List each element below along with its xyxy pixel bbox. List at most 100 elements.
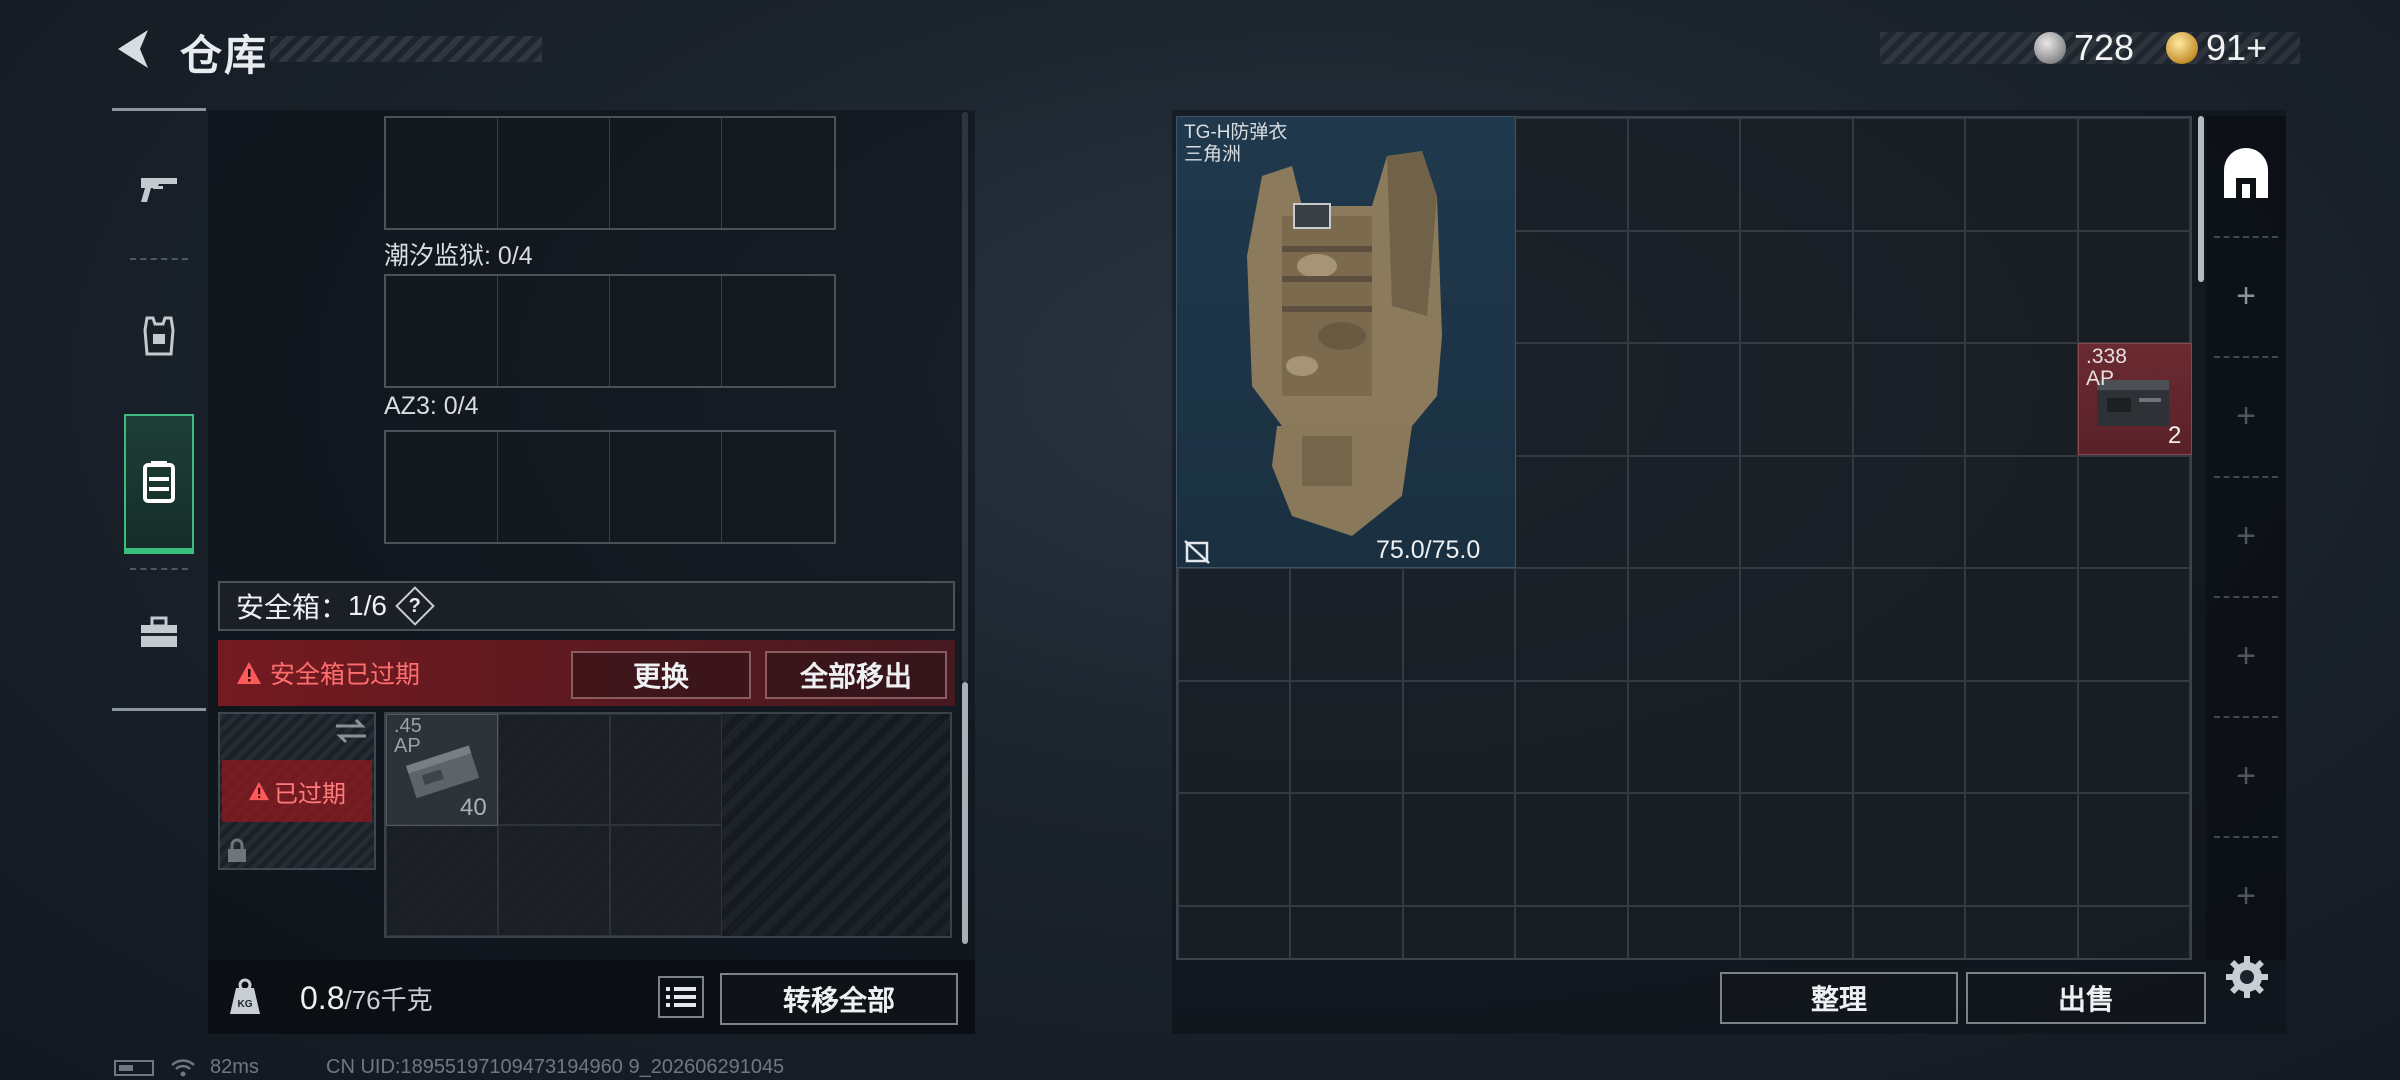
inventory-cell[interactable]	[1515, 343, 1628, 456]
inventory-cell[interactable]	[1740, 343, 1853, 456]
nav-separator	[130, 258, 188, 260]
inventory-cell[interactable]	[1965, 680, 2078, 793]
back-button[interactable]	[110, 24, 160, 74]
slot-grid-az3[interactable]	[384, 430, 836, 544]
inventory-cell[interactable]	[1740, 905, 1853, 958]
inventory-cell[interactable]	[1852, 118, 1966, 231]
add-storage-tab-button[interactable]: +	[2230, 519, 2262, 553]
inventory-cell[interactable]	[1515, 793, 1628, 906]
inventory-cell[interactable]	[1852, 568, 1966, 681]
left-scrollbar[interactable]	[962, 682, 968, 944]
inventory-cell[interactable]	[1852, 793, 1966, 906]
inventory-cell[interactable]	[1740, 793, 1853, 906]
nav-tools[interactable]	[124, 584, 194, 680]
add-storage-tab-button[interactable]: +	[2230, 759, 2262, 793]
inventory-cell[interactable]	[1515, 568, 1628, 681]
inventory-cell[interactable]	[1852, 343, 1966, 456]
inventory-cell[interactable]	[1627, 680, 1741, 793]
inventory-cell[interactable]	[1965, 118, 2078, 231]
silver-currency-value: 728	[2074, 27, 2135, 68]
slot-grid-top[interactable]	[384, 116, 836, 230]
inventory-cell[interactable]	[1740, 455, 1853, 568]
back-arrow-icon	[118, 30, 148, 68]
swap-icon[interactable]	[334, 718, 368, 744]
inventory-cell[interactable]	[1515, 455, 1628, 568]
add-storage-tab-button[interactable]: +	[2230, 639, 2262, 673]
add-storage-tab-button[interactable]: +	[2230, 399, 2262, 433]
inventory-cell[interactable]	[1740, 680, 1853, 793]
inventory-cell[interactable]	[2077, 793, 2190, 906]
replace-button[interactable]: 更换	[571, 651, 751, 699]
inventory-cell[interactable]	[1290, 793, 1403, 906]
inventory-cell[interactable]	[1627, 118, 1741, 231]
inventory-cell[interactable]	[2077, 568, 2190, 681]
gold-currency[interactable]: 91+	[2166, 26, 2267, 70]
inventory-cell[interactable]	[1965, 793, 2078, 906]
inventory-cell[interactable]	[1627, 905, 1741, 958]
inventory-cell[interactable]	[1627, 343, 1741, 456]
inventory-scrollbar[interactable]	[2198, 116, 2204, 282]
inventory-cell[interactable]	[2077, 455, 2190, 568]
inventory-cell[interactable]	[1965, 455, 2078, 568]
nav-separator	[130, 568, 188, 570]
nav-weapons[interactable]	[124, 142, 194, 238]
warehouse-home-icon[interactable]	[2218, 148, 2274, 204]
nav-gear[interactable]	[124, 288, 194, 384]
sort-button[interactable]: 整理	[1720, 972, 1958, 1024]
inventory-cell[interactable]	[1740, 568, 1853, 681]
inventory-cell[interactable]	[1178, 793, 1291, 906]
vest-name: TG-H防弹衣 三角洲	[1184, 122, 1287, 166]
inventory-cell[interactable]	[1965, 230, 2078, 343]
inventory-cell[interactable]	[1965, 343, 2078, 456]
settings-gear-icon[interactable]	[2224, 954, 2270, 1000]
inventory-cell[interactable]	[1852, 455, 1966, 568]
inventory-cell[interactable]	[1515, 680, 1628, 793]
add-storage-tab-button[interactable]: +	[2230, 879, 2262, 913]
inventory-cell[interactable]	[2077, 230, 2190, 343]
left-scroll-track[interactable]	[962, 112, 968, 682]
inventory-cell[interactable]	[1402, 905, 1516, 958]
inventory-cell[interactable]	[1852, 680, 1966, 793]
inventory-cell[interactable]	[1627, 793, 1741, 906]
inventory-cell[interactable]	[1965, 568, 2078, 681]
inventory-cell[interactable]	[1627, 230, 1741, 343]
inventory-cell[interactable]	[1178, 905, 1291, 958]
nav-containers[interactable]	[124, 414, 194, 554]
inventory-cell[interactable]	[1178, 680, 1291, 793]
inventory-cell[interactable]	[1290, 905, 1403, 958]
inventory-cell[interactable]	[1402, 680, 1516, 793]
inventory-cell[interactable]	[1515, 118, 1628, 231]
inventory-cell[interactable]	[1627, 568, 1741, 681]
inventory-cell[interactable]	[1852, 905, 1966, 958]
silver-currency[interactable]: 728	[2034, 26, 2134, 70]
inventory-cell[interactable]	[1402, 568, 1516, 681]
slot-group-label: 潮汐监狱: 0/4	[384, 242, 533, 270]
safe-box-label: 安全箱：	[236, 592, 349, 623]
list-view-button[interactable]	[658, 976, 704, 1018]
inventory-cell[interactable]	[1740, 118, 1853, 231]
sell-button[interactable]: 出售	[1966, 972, 2206, 1024]
add-storage-tab-button[interactable]: +	[2230, 279, 2262, 313]
inventory-cell[interactable]	[1740, 230, 1853, 343]
tab-separator	[2214, 476, 2278, 478]
inventory-cell[interactable]	[2077, 905, 2190, 958]
inventory-cell[interactable]	[1852, 230, 1966, 343]
inventory-cell[interactable]	[1402, 793, 1516, 906]
inventory-cell[interactable]	[1965, 905, 2078, 958]
slot-grid-tide-prison[interactable]	[384, 274, 836, 388]
inventory-cell[interactable]	[1178, 568, 1291, 681]
inventory-cell[interactable]	[1515, 905, 1628, 958]
toolbox-icon	[141, 616, 177, 647]
inventory-cell[interactable]	[2077, 118, 2190, 231]
move-all-out-button[interactable]: 全部移出	[765, 651, 947, 699]
body-armor-image	[1247, 151, 1442, 536]
inventory-cell[interactable]	[1515, 230, 1628, 343]
inventory-cell[interactable]	[1290, 568, 1403, 681]
help-button[interactable]: ?	[395, 586, 435, 626]
case-expired-badge: 已过期	[222, 760, 372, 822]
inventory-cell[interactable]	[1627, 455, 1741, 568]
transfer-all-button[interactable]: 转移全部	[720, 973, 958, 1025]
warning-icon	[237, 662, 261, 684]
inventory-cell[interactable]	[1290, 680, 1403, 793]
inventory-cell[interactable]	[2077, 680, 2190, 793]
